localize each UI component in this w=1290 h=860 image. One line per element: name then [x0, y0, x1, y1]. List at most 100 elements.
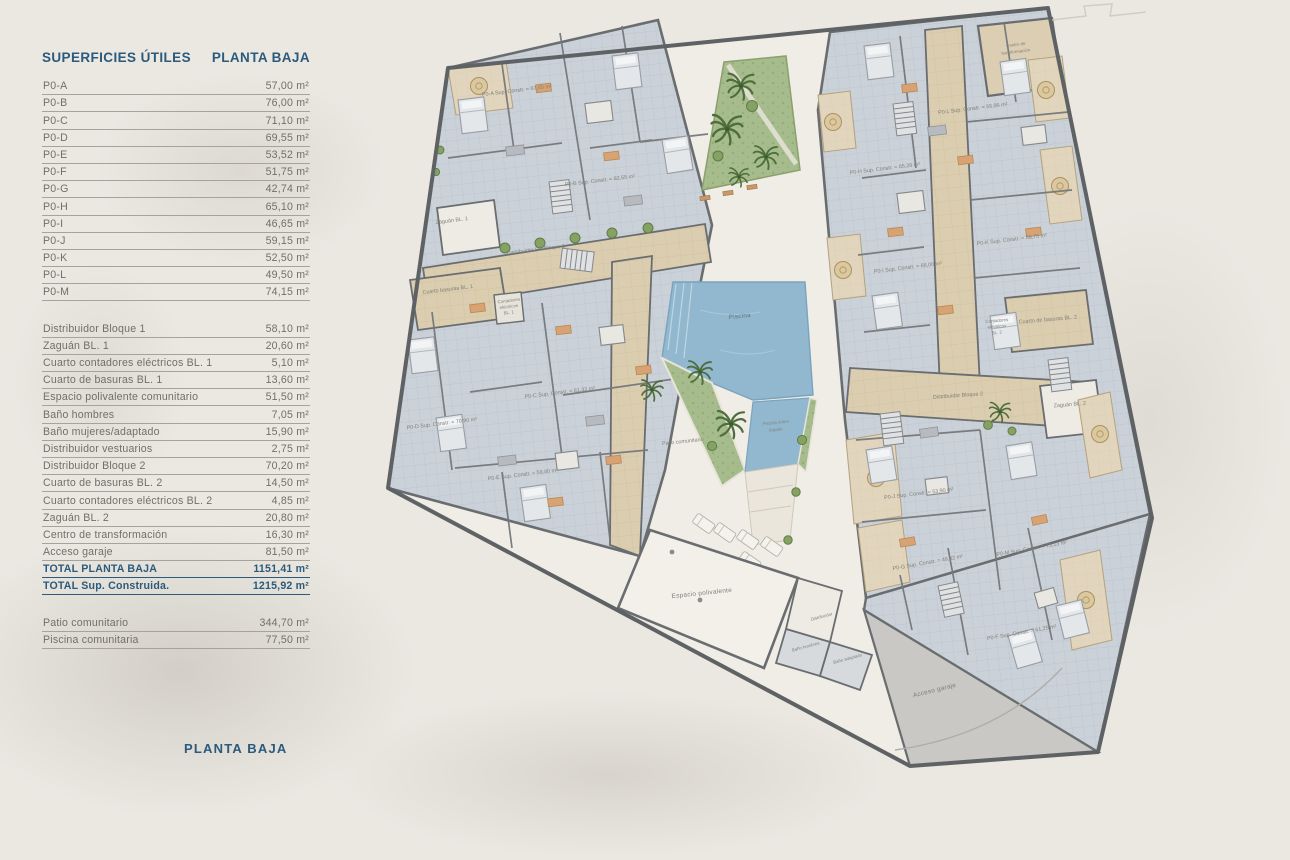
table-row: P0-H 65,10 m² [42, 198, 310, 215]
table-row: P0-J 59,15 m² [42, 233, 310, 250]
row-label: P0-H [43, 201, 68, 213]
neighbor-parcel-line [1052, 4, 1146, 20]
row-value: 344,70 m² [260, 617, 310, 629]
row-value: 57,00 m² [266, 80, 309, 92]
row-value: 77,50 m² [266, 634, 309, 646]
row-label: TOTAL PLANTA BAJA [43, 563, 157, 575]
row-value: 53,52 m² [266, 149, 309, 161]
table-row: P0-I 46,65 m² [42, 216, 310, 233]
row-value: 2,75 m² [272, 443, 309, 455]
row-label: Baño mujeres/adaptado [43, 426, 160, 438]
table-row: P0-G 42,74 m² [42, 181, 310, 198]
totals-group: TOTAL PLANTA BAJA 1151,41 m² TOTAL Sup. … [42, 561, 310, 595]
row-label: P0-A [43, 80, 67, 92]
table-row: Distribuidor Bloque 2 70,20 m² [42, 458, 310, 475]
row-value: 70,20 m² [266, 460, 309, 472]
row-label: Distribuidor Bloque 1 [43, 323, 146, 335]
total-row: TOTAL PLANTA BAJA 1151,41 m² [42, 561, 310, 578]
row-label: P0-J [43, 235, 66, 247]
table-row: P0-B 76,00 m² [42, 95, 310, 112]
row-label: Zaguán BL. 2 [43, 512, 109, 524]
row-label: Cuarto de basuras BL. 1 [43, 374, 162, 386]
row-label: TOTAL Sup. Construida. [43, 580, 169, 592]
row-label: P0-C [43, 115, 68, 127]
row-label: Distribuidor vestuarios [43, 443, 152, 455]
table-row: Distribuidor vestuarios 2,75 m² [42, 441, 310, 458]
row-label: Patio comunitario [43, 617, 128, 629]
row-value: 14,50 m² [266, 477, 309, 489]
total-row: TOTAL Sup. Construida. 1215,92 m² [42, 578, 310, 595]
row-label: P0-L [43, 269, 66, 281]
pool-deck [745, 464, 798, 545]
table-row: Baño hombres 7,05 m² [42, 406, 310, 423]
table-row: Cuarto contadores eléctricos BL. 1 5,10 … [42, 355, 310, 372]
row-label: Cuarto de basuras BL. 2 [43, 477, 162, 489]
table-row: Patio comunitario 344,70 m² [42, 614, 310, 631]
row-value: 46,65 m² [266, 218, 309, 230]
row-label: P0-D [43, 132, 68, 144]
table-row: P0-M 74,15 m² [42, 284, 310, 301]
table-row: P0-D 69,55 m² [42, 130, 310, 147]
row-label: Cuarto contadores eléctricos BL. 2 [43, 495, 212, 507]
row-value: 1151,41 m² [253, 563, 309, 575]
row-label: Espacio polivalente comunitario [43, 391, 198, 403]
row-value: 20,60 m² [266, 340, 309, 352]
basuras1-room [410, 268, 508, 330]
row-value: 49,50 m² [266, 269, 309, 281]
row-label: Baño hombres [43, 409, 114, 421]
row-label: P0-F [43, 166, 67, 178]
table-row: P0-E 53,52 m² [42, 147, 310, 164]
row-value: 7,05 m² [272, 409, 309, 421]
row-value: 1215,92 m² [253, 580, 309, 592]
table-row: Cuarto de basuras BL. 2 14,50 m² [42, 475, 310, 492]
plan-label-contadores2c: BL. 2 [992, 330, 1003, 336]
row-label: Acceso garaje [43, 546, 113, 558]
row-value: 51,50 m² [266, 391, 309, 403]
table-row: Baño mujeres/adaptado 15,90 m² [42, 424, 310, 441]
row-value: 42,74 m² [266, 183, 309, 195]
table-row: Zaguán BL. 2 20,80 m² [42, 510, 310, 527]
row-value: 76,00 m² [266, 97, 309, 109]
plan-caption: PLANTA BAJA [184, 741, 287, 756]
row-label: Zaguán BL. 1 [43, 340, 109, 352]
extras-group: Patio comunitario 344,70 m² Piscina comu… [42, 614, 310, 648]
row-value: 52,50 m² [266, 252, 309, 264]
table-row: P0-C 71,10 m² [42, 112, 310, 129]
table-row: P0-K 52,50 m² [42, 250, 310, 267]
row-label: Distribuidor Bloque 2 [43, 460, 146, 472]
table-row: Espacio polivalente comunitario 51,50 m² [42, 389, 310, 406]
row-value: 69,55 m² [266, 132, 309, 144]
table-title: SUPERFICIES ÚTILES [42, 50, 191, 65]
commons-group: Distribuidor Bloque 1 58,10 m² Zaguán BL… [42, 320, 310, 561]
row-value: 51,75 m² [266, 166, 309, 178]
table-row: Acceso garaje 81,50 m² [42, 544, 310, 561]
row-value: 15,90 m² [266, 426, 309, 438]
row-value: 65,10 m² [266, 201, 309, 213]
row-value: 74,15 m² [266, 286, 309, 298]
row-label: Cuarto contadores eléctricos BL. 1 [43, 357, 212, 369]
row-label: P0-I [43, 218, 63, 230]
table-row: P0-A 57,00 m² [42, 78, 310, 95]
row-label: P0-M [43, 286, 69, 298]
row-value: 81,50 m² [266, 546, 309, 558]
row-label: Centro de transformación [43, 529, 167, 541]
row-value: 58,10 m² [266, 323, 309, 335]
row-label: P0-G [43, 183, 69, 195]
table-row: Piscina comunitaria 77,50 m² [42, 632, 310, 649]
table-row: P0-L 49,50 m² [42, 267, 310, 284]
row-value: 4,85 m² [272, 495, 309, 507]
row-label: Piscina comunitaria [43, 634, 139, 646]
row-label: P0-E [43, 149, 67, 161]
table-subtitle: PLANTA BAJA [212, 50, 310, 65]
surface-table: SUPERFICIES ÚTILES PLANTA BAJA P0-A 57,0… [42, 50, 310, 649]
row-value: 5,10 m² [272, 357, 309, 369]
row-value: 59,15 m² [266, 235, 309, 247]
row-value: 16,30 m² [266, 529, 309, 541]
table-row: Centro de transformación 16,30 m² [42, 527, 310, 544]
table-header: SUPERFICIES ÚTILES PLANTA BAJA [42, 50, 310, 65]
table-row: Cuarto de basuras BL. 1 13,60 m² [42, 372, 310, 389]
row-label: P0-B [43, 97, 67, 109]
zaguan1-room [437, 200, 500, 255]
row-value: 13,60 m² [266, 374, 309, 386]
row-value: 20,80 m² [266, 512, 309, 524]
